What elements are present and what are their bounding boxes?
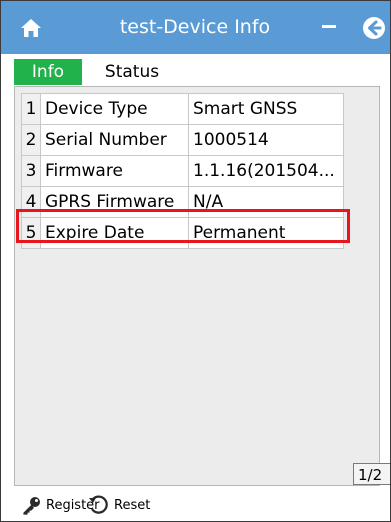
device-info-window: test-Device Info Info Status 1 Device Ty…: [0, 0, 391, 522]
window-border: [0, 0, 391, 522]
